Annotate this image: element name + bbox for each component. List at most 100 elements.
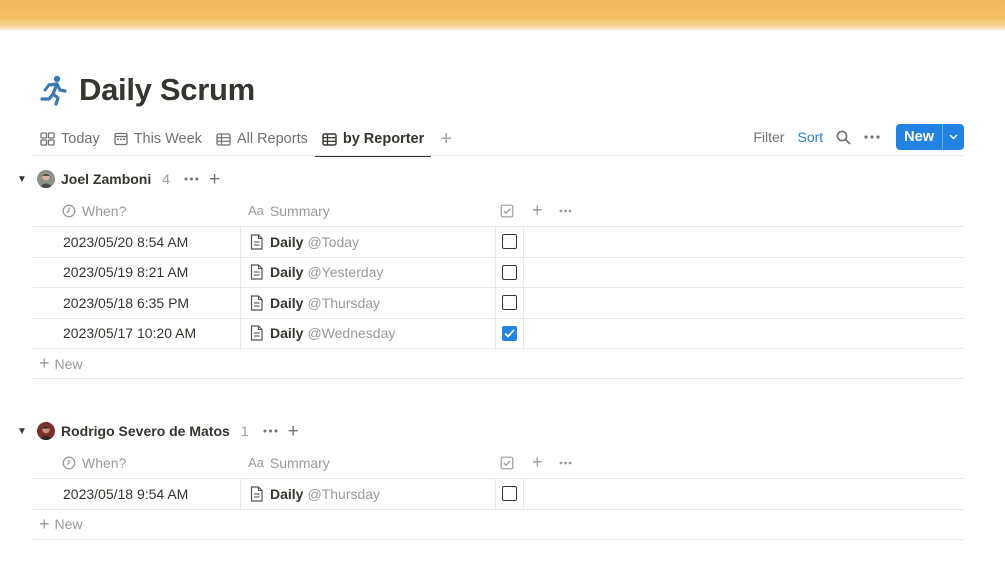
running-person-icon[interactable]	[38, 74, 68, 106]
column-checkbox[interactable]	[495, 195, 524, 227]
search-icon[interactable]	[836, 130, 851, 145]
tab-this-week[interactable]: This Week	[107, 122, 209, 156]
page-icon	[250, 486, 263, 502]
checkbox[interactable]	[502, 295, 517, 311]
table-row[interactable]: 2023/05/18 6:35 PM Daily @Thursday	[33, 288, 964, 319]
add-column-button[interactable]: +	[532, 200, 543, 221]
add-page-icon[interactable]: +	[288, 422, 299, 441]
group-count: 4	[162, 171, 171, 187]
date-cell[interactable]: 2023/05/18 6:35 PM	[33, 288, 240, 318]
date-cell[interactable]: 2023/05/19 8:21 AM	[33, 258, 240, 288]
date-mention[interactable]: @Wednesday	[307, 325, 395, 341]
date-mention[interactable]: @Today	[307, 234, 359, 250]
add-row-label: New	[54, 355, 83, 372]
page-title-link[interactable]: Daily	[270, 295, 303, 311]
tab-all-reports[interactable]: All Reports	[209, 122, 315, 156]
checkbox[interactable]	[502, 234, 517, 250]
add-row-button[interactable]: + New	[33, 349, 964, 379]
page-title-link[interactable]: Daily	[270, 234, 303, 250]
table-row[interactable]: 2023/05/19 8:21 AM Daily @Yesterday	[33, 257, 964, 288]
page-title-link[interactable]: Daily	[270, 486, 303, 502]
column-when[interactable]: When?	[33, 447, 240, 479]
tabs-divider	[33, 155, 964, 156]
add-row-button[interactable]: + New	[33, 510, 964, 540]
group-table: When? Aa Summary + 2023/05/18 9:54 AM Da…	[33, 447, 964, 540]
column-summary[interactable]: Aa Summary	[240, 195, 495, 227]
page-title-link[interactable]: Daily	[270, 325, 303, 341]
checkbox-cell	[495, 479, 524, 509]
checkmark-icon	[504, 329, 515, 338]
table-row[interactable]: 2023/05/18 9:54 AM Daily @Thursday	[33, 479, 964, 510]
summary-cell[interactable]: Daily @Thursday	[240, 288, 495, 318]
board-icon	[40, 132, 55, 146]
column-checkbox[interactable]	[495, 447, 524, 479]
more-options-icon[interactable]	[559, 461, 572, 465]
more-options-icon[interactable]	[864, 135, 880, 139]
tab-label: This Week	[133, 131, 202, 147]
group-count: 1	[240, 423, 249, 439]
tab-label: All Reports	[236, 131, 308, 147]
date-mention[interactable]: @Yesterday	[307, 264, 383, 280]
add-page-icon[interactable]: +	[209, 170, 220, 189]
column-label: When?	[82, 454, 127, 471]
more-options-icon[interactable]	[263, 429, 278, 433]
date-mention[interactable]: @Thursday	[307, 486, 380, 502]
checkbox-property-icon	[500, 204, 513, 217]
collapse-toggle-icon[interactable]: ▼	[14, 174, 30, 185]
plus-icon: +	[39, 513, 50, 534]
column-label: Summary	[269, 202, 330, 219]
date-cell[interactable]: 2023/05/17 10:20 AM	[33, 319, 240, 349]
date-mention[interactable]: @Thursday	[307, 295, 380, 311]
summary-cell[interactable]: Daily @Wednesday	[240, 318, 495, 348]
group-name: Joel Zamboni	[61, 171, 152, 187]
new-button-label: New	[904, 129, 934, 145]
column-label: When?	[82, 202, 127, 219]
view-tabs: Today This Week All Reports by Reporter …	[33, 122, 457, 157]
page-icon	[250, 234, 263, 250]
sort-button[interactable]: Sort	[797, 129, 823, 145]
clock-icon	[62, 204, 76, 217]
more-options-icon[interactable]	[184, 177, 199, 181]
table-icon	[322, 132, 337, 146]
group-header: ▼ Rodrigo Severo de Matos 1 +	[14, 418, 299, 444]
column-when[interactable]: When?	[33, 195, 240, 227]
checkbox[interactable]	[502, 486, 517, 502]
column-summary[interactable]: Aa Summary	[240, 447, 495, 479]
collapse-toggle-icon[interactable]: ▼	[14, 426, 30, 437]
checkbox-cell	[495, 318, 524, 348]
date-cell[interactable]: 2023/05/20 8:54 AM	[33, 227, 240, 257]
new-button[interactable]: New	[896, 124, 964, 150]
add-view-button[interactable]: +	[435, 128, 457, 151]
page-icon	[250, 325, 263, 341]
clock-icon	[62, 456, 76, 469]
checkbox-checked[interactable]	[502, 325, 517, 341]
add-column-button[interactable]: +	[532, 452, 543, 473]
more-options-icon[interactable]	[559, 209, 572, 213]
tab-by-reporter[interactable]: by Reporter	[314, 122, 432, 157]
text-property-icon: Aa	[248, 203, 264, 218]
checkbox-property-icon	[500, 456, 513, 469]
calendar-icon	[114, 132, 128, 146]
checkbox[interactable]	[502, 264, 517, 280]
summary-cell[interactable]: Daily @Today	[240, 227, 495, 257]
add-row-label: New	[54, 516, 83, 532]
page-icon	[250, 264, 263, 280]
tab-label: Today	[61, 131, 100, 147]
plus-icon: +	[39, 353, 50, 373]
date-cell[interactable]: 2023/05/18 9:54 AM	[33, 479, 240, 509]
tab-today[interactable]: Today	[33, 122, 107, 156]
text-property-icon: Aa	[248, 455, 264, 470]
chevron-down-icon[interactable]	[942, 124, 964, 150]
summary-cell[interactable]: Daily @Yesterday	[240, 257, 495, 287]
table-header: When? Aa Summary +	[33, 447, 964, 479]
table-row[interactable]: 2023/05/20 8:54 AM Daily @Today	[33, 227, 964, 258]
summary-cell[interactable]: Daily @Thursday	[240, 479, 495, 509]
page-title-link[interactable]: Daily	[270, 264, 303, 280]
avatar	[37, 422, 55, 440]
column-label: Summary	[269, 454, 330, 471]
group-header: ▼ Joel Zamboni 4 +	[14, 166, 220, 192]
filter-button[interactable]: Filter	[753, 129, 784, 145]
table-row[interactable]: 2023/05/17 10:20 AM Daily @Wednesday	[33, 318, 964, 349]
page-cover	[0, 0, 1005, 30]
table-header: When? Aa Summary +	[33, 195, 964, 227]
